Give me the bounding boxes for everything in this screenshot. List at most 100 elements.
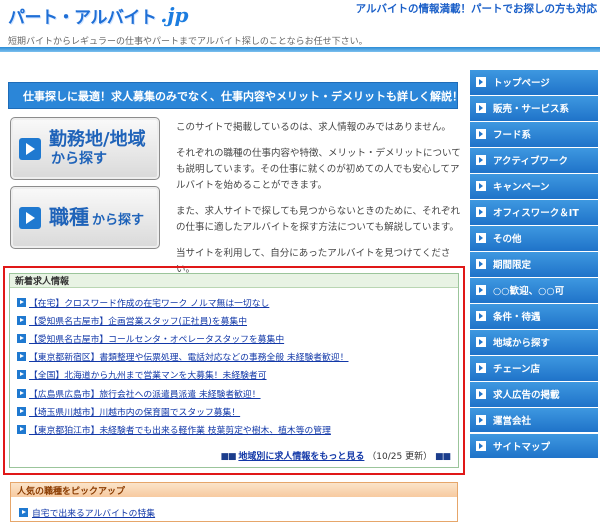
nav-item-office-it[interactable]: オフィスワーク＆IT xyxy=(470,199,598,226)
more-listings-date: （10/25 更新） xyxy=(367,452,433,462)
search-by-job-type-button[interactable]: 職種 から探す xyxy=(10,186,160,249)
nav-item-active-work[interactable]: アクティブワーク xyxy=(470,147,598,174)
arrow-right-icon xyxy=(19,206,41,229)
nav-item-label: 求人広告の掲載 xyxy=(493,390,560,402)
arrow-right-icon xyxy=(476,155,486,166)
popular-jobs-panel: 人気の職種をピックアップ 自宅で出来るアルバイトの特集 xyxy=(10,482,458,522)
list-item: 【東京都狛江市】未経験者でも出来る軽作業 枝葉剪定や樹木、植木等の管理 xyxy=(17,420,458,438)
arrow-right-icon xyxy=(476,441,486,452)
arrow-right-icon xyxy=(476,233,486,244)
nav-item-label: 条件・待遇 xyxy=(493,312,541,324)
nav-item-sales-service[interactable]: 販売・サービス系 xyxy=(470,95,598,122)
more-listings-row: ■■ 地域別に求人情報をもっと見る （10/25 更新） ■■ xyxy=(220,449,451,462)
nav-item-label: ○○歓迎、○○可 xyxy=(493,286,565,298)
listing-link[interactable]: 【東京都狛江市】未経験者でも出来る軽作業 枝葉剪定や樹木、植木等の管理 xyxy=(29,423,331,436)
search-by-area-button[interactable]: 勤務地/地域 から探す xyxy=(10,117,160,180)
nav-item-label: フード系 xyxy=(493,130,532,142)
logo-text: パート・アルバイト xyxy=(8,7,157,28)
intro-paragraph: また、求人サイトで探しても見つからないときのために、それぞれの仕事に適したアルバ… xyxy=(176,206,460,233)
search-by-job-type-line2: から探す xyxy=(92,213,145,228)
arrow-right-icon xyxy=(17,352,26,362)
intro-text: このサイトで掲載しているのは、求人情報のみではありません。 それぞれの職種の仕事… xyxy=(176,120,461,288)
nav-item-label: オフィスワーク＆IT xyxy=(493,208,579,220)
nav-item-food[interactable]: フード系 xyxy=(470,121,598,148)
arrow-right-icon xyxy=(476,311,486,322)
listing-link[interactable]: 【広島県広島市】旅行会社への派遣員派遣 未経験者歓迎！ xyxy=(29,387,261,400)
listing-link[interactable]: 【愛知県名古屋市】コールセンタ・オペレータスタッフを募集中 xyxy=(29,332,284,345)
list-item: 【愛知県名古屋市】コールセンタ・オペレータスタッフを募集中 xyxy=(17,329,458,347)
nav-item-label: トップページ xyxy=(493,78,550,90)
arrow-right-icon xyxy=(476,389,486,400)
arrow-right-icon xyxy=(17,315,26,325)
nav-item-company[interactable]: 運営会社 xyxy=(470,407,598,434)
nav-item-label: 地域から探す xyxy=(493,338,551,350)
arrow-right-icon xyxy=(19,137,41,160)
header-tagline: アルバイトの情報満載！パートでお探しの方も対応 xyxy=(355,3,597,15)
nav-item-label: アクティブワーク xyxy=(493,156,568,168)
logo-suffix: .jp xyxy=(160,3,189,27)
nav-item-other[interactable]: その他 xyxy=(470,225,598,252)
nav-item-chain-stores[interactable]: チェーン店 xyxy=(470,355,598,382)
popular-job-link[interactable]: 自宅で出来るアルバイトの特集 xyxy=(32,506,155,519)
nav-item-limited-term[interactable]: 期間限定 xyxy=(470,251,598,278)
nav-item-label: 販売・サービス系 xyxy=(493,104,570,116)
nav-item-by-region[interactable]: 地域から探す xyxy=(470,329,598,356)
more-suffix-marks: ■■ xyxy=(434,452,451,462)
nav-item-campaign[interactable]: キャンペーン xyxy=(470,173,598,200)
listing-link[interactable]: 【在宅】クロスワード作成の在宅ワーク ノルマ無は一切なし xyxy=(29,296,269,309)
nav-item-post-ad[interactable]: 求人広告の掲載 xyxy=(470,381,598,408)
nav-item-top[interactable]: トップページ xyxy=(470,70,598,96)
arrow-right-icon xyxy=(17,297,26,307)
popular-jobs-title: 人気の職種をピックアップ xyxy=(11,483,457,497)
new-listings-highlight: 新着求人情報 【在宅】クロスワード作成の在宅ワーク ノルマ無は一切なし 【愛知県… xyxy=(3,266,465,475)
arrow-right-icon xyxy=(476,259,486,270)
arrow-right-icon xyxy=(17,370,26,380)
search-by-area-label: 勤務地/地域 から探す xyxy=(49,129,146,167)
list-item: 【愛知県名古屋市】企画営業スタッフ(正社員)を募集中 xyxy=(17,311,458,329)
arrow-right-icon xyxy=(476,103,486,114)
nav-item-conditions[interactable]: 条件・待遇 xyxy=(470,303,598,330)
search-by-job-type-line1: 職種 xyxy=(49,205,89,229)
listing-link[interactable]: 【埼玉県川越市】川越市内の保育園でスタッフ募集！ xyxy=(29,405,240,418)
arrow-right-icon xyxy=(17,333,26,343)
arrow-right-icon xyxy=(476,77,486,88)
more-prefix-marks: ■■ xyxy=(220,452,237,462)
list-item: 【東京都新宿区】書類整理や伝票処理、電話対応などの事務全般 未経験者歓迎！ xyxy=(17,348,458,366)
site-header: パート・アルバイト .jp アルバイトの情報満載！パートでお探しの方も対応 短期… xyxy=(0,0,600,52)
list-item: 自宅で出来るアルバイトの特集 xyxy=(19,506,457,519)
side-navigation: トップページ 販売・サービス系 フード系 アクティブワーク キャンペーン オフィ… xyxy=(470,70,598,460)
new-listings-panel: 新着求人情報 【在宅】クロスワード作成の在宅ワーク ノルマ無は一切なし 【愛知県… xyxy=(9,273,459,468)
search-by-job-type-label: 職種 から探す xyxy=(49,206,144,229)
list-item: 【在宅】クロスワード作成の在宅ワーク ノルマ無は一切なし xyxy=(17,293,458,311)
more-listings-link[interactable]: 地域別に求人情報をもっと見る xyxy=(238,452,364,462)
listing-link[interactable]: 【東京都新宿区】書類整理や伝票処理、電話対応などの事務全般 未経験者歓迎！ xyxy=(29,350,349,363)
arrow-right-icon xyxy=(17,406,26,416)
list-item: 【埼玉県川越市】川越市内の保育園でスタッフ募集！ xyxy=(17,402,458,420)
nav-item-sitemap[interactable]: サイトマップ xyxy=(470,433,598,460)
arrow-right-icon xyxy=(19,508,28,517)
arrow-right-icon xyxy=(476,285,486,296)
nav-item-welcome-ok[interactable]: ○○歓迎、○○可 xyxy=(470,277,598,304)
new-listings-title: 新着求人情報 xyxy=(10,274,458,288)
arrow-right-icon xyxy=(476,415,486,426)
header-subtitle: 短期バイトからレギュラーの仕事やパートまでアルバイト探しのことならお任せ下さい。 xyxy=(8,37,368,47)
search-by-area-line2: から探す xyxy=(51,150,107,167)
arrow-right-icon xyxy=(476,129,486,140)
nav-item-label: 期間限定 xyxy=(493,260,532,272)
site-logo[interactable]: パート・アルバイト .jp xyxy=(8,3,189,28)
nav-item-label: その他 xyxy=(493,234,522,246)
nav-item-label: サイトマップ xyxy=(493,442,551,454)
nav-item-label: キャンペーン xyxy=(493,182,550,194)
listing-link[interactable]: 【全国】北海道から九州まで営業マンを大募集！未経験者可 xyxy=(29,368,267,381)
listing-link[interactable]: 【愛知県名古屋市】企画営業スタッフ(正社員)を募集中 xyxy=(29,314,247,327)
list-item: 【全国】北海道から九州まで営業マンを大募集！未経験者可 xyxy=(17,366,458,384)
intro-paragraph: このサイトで掲載しているのは、求人情報のみではありません。 xyxy=(176,122,451,133)
arrow-right-icon xyxy=(476,181,486,192)
arrow-right-icon xyxy=(476,363,486,374)
arrow-right-icon xyxy=(17,388,26,398)
new-listings-list: 【在宅】クロスワード作成の在宅ワーク ノルマ無は一切なし 【愛知県名古屋市】企画… xyxy=(10,288,458,439)
search-by-area-line1: 勤務地/地域 xyxy=(49,129,146,151)
arrow-right-icon xyxy=(17,424,26,434)
nav-item-label: 運営会社 xyxy=(493,416,532,428)
main-content: 仕事探しに最適！求人募集のみでなく、仕事内容やメリット・デメリットも詳しく解説！… xyxy=(0,52,468,522)
